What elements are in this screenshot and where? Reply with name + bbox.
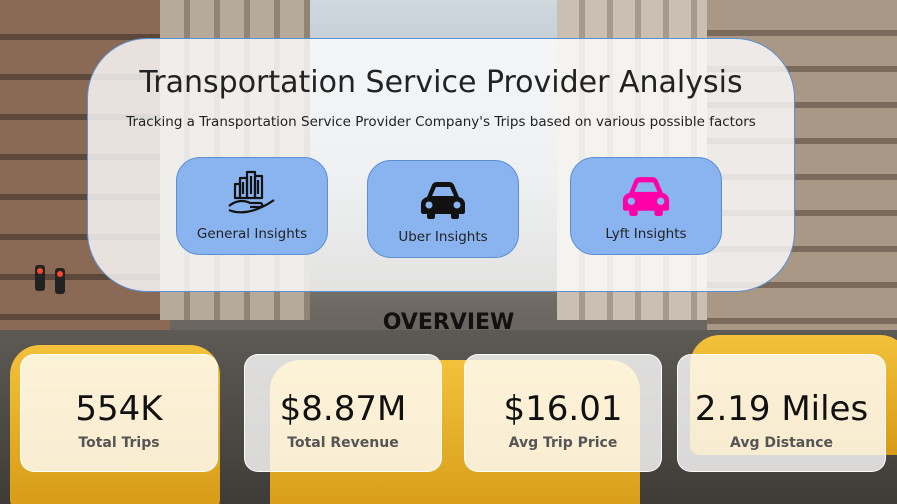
kpi-value: 554K	[75, 389, 163, 429]
kpi-card-total-trips: 554K Total Trips	[20, 354, 218, 472]
city-hand-icon	[226, 170, 278, 218]
kpi-value: $16.01	[503, 389, 623, 429]
kpi-card-avg-trip-price: $16.01 Avg Trip Price	[464, 354, 662, 472]
page-title: Transportation Service Provider Analysis	[139, 65, 743, 100]
uber-insights-button[interactable]: Uber Insights	[367, 160, 519, 258]
header-panel: Transportation Service Provider Analysis…	[87, 38, 795, 292]
kpi-card-total-revenue: $8.87M Total Revenue	[244, 354, 442, 472]
general-insights-label: General Insights	[196, 226, 308, 242]
traffic-light	[55, 268, 65, 294]
uber-insights-label: Uber Insights	[398, 229, 488, 245]
general-insights-button[interactable]: General Insights	[176, 157, 328, 255]
kpi-label: Avg Trip Price	[508, 435, 618, 451]
kpi-value: $8.87M	[279, 389, 407, 429]
kpi-label: Total Trips	[78, 435, 160, 451]
kpi-card-avg-distance: 2.19 Miles Avg Distance	[677, 354, 886, 472]
lyft-insights-label: Lyft Insights	[605, 226, 687, 242]
page-subtitle: Tracking a Transportation Service Provid…	[126, 114, 756, 130]
overview-title: OVERVIEW	[382, 310, 515, 335]
traffic-light	[35, 265, 45, 291]
kpi-label: Avg Distance	[729, 435, 833, 451]
car-icon	[619, 174, 673, 220]
lyft-insights-button[interactable]: Lyft Insights	[570, 157, 722, 255]
kpi-value: 2.19 Miles	[694, 389, 869, 429]
kpi-label: Total Revenue	[287, 435, 399, 451]
car-icon	[418, 179, 468, 223]
